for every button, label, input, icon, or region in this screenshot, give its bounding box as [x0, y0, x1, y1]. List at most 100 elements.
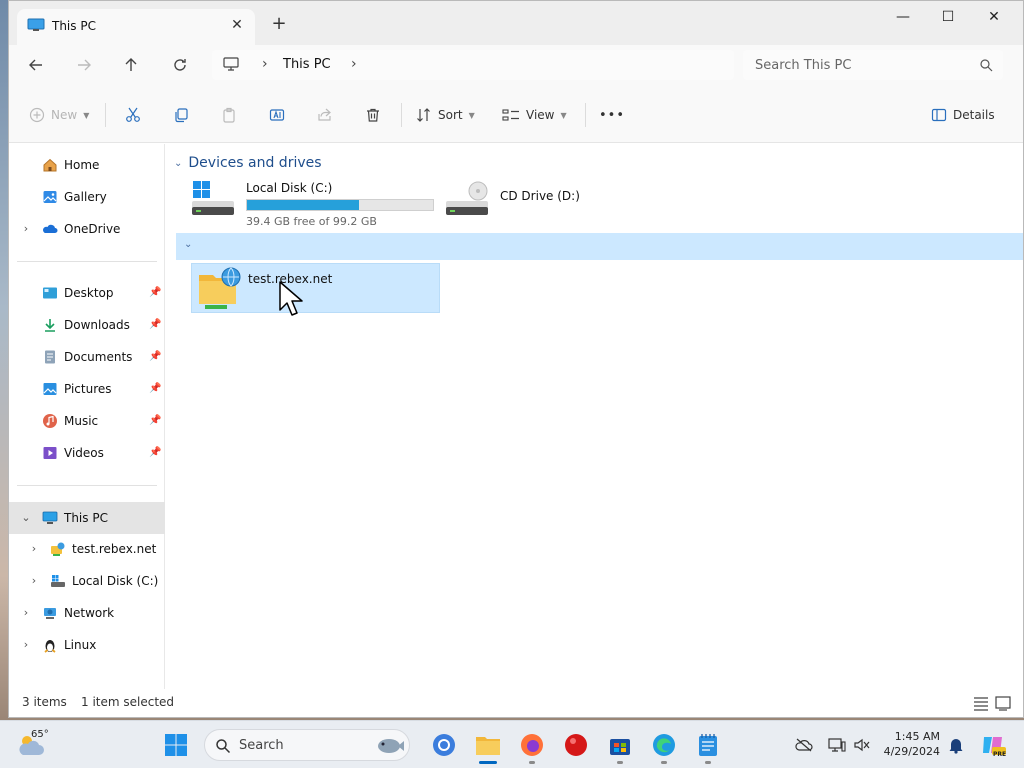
- group-header-label: Devices and drives: [188, 155, 322, 171]
- record-icon: [565, 734, 587, 756]
- maximize-button[interactable]: ☐: [925, 3, 971, 33]
- sidebar-item-videos[interactable]: Videos 📌: [9, 440, 165, 466]
- firefox-icon: [521, 734, 543, 756]
- chevron-down-icon: ⌄: [184, 239, 193, 250]
- rename-button[interactable]: [269, 101, 285, 129]
- breadcrumb-this-pc[interactable]: This PC: [283, 57, 331, 72]
- taskbar-app-firefox[interactable]: [516, 729, 548, 764]
- pin-icon: 📌: [149, 415, 162, 426]
- sidebar-item-linux[interactable]: › Linux: [9, 632, 165, 658]
- network-location-test-rebex-net[interactable]: test.rebex.net: [191, 263, 440, 313]
- plus-circle-icon: [29, 107, 45, 123]
- taskbar-app-record[interactable]: [560, 729, 592, 761]
- copy-button[interactable]: [173, 101, 189, 129]
- taskbar-app-notepad[interactable]: [692, 729, 724, 764]
- display-network-icon[interactable]: [828, 736, 846, 754]
- cut-button[interactable]: [125, 101, 141, 129]
- cloud-offline-icon[interactable]: [795, 737, 813, 753]
- taskbar-app-file-explorer[interactable]: [472, 729, 504, 764]
- sidebar-item-local-disk[interactable]: › Local Disk (C:): [9, 568, 165, 594]
- sort-button[interactable]: Sort ▼: [416, 101, 475, 129]
- arrow-left-icon: [29, 59, 42, 71]
- sidebar-item-documents[interactable]: Documents 📌: [9, 344, 165, 370]
- chevron-down-icon[interactable]: ⌄: [20, 511, 32, 524]
- drive-local-disk-c[interactable]: Local Disk (C:) 39.4 GB free of 99.2 GB: [190, 181, 440, 228]
- taskbar-app-chrome[interactable]: [428, 729, 460, 761]
- chevron-right-icon[interactable]: ›: [28, 574, 40, 587]
- start-button[interactable]: [160, 729, 192, 761]
- refresh-button[interactable]: [164, 51, 196, 79]
- paste-button[interactable]: [221, 101, 237, 129]
- active-app-indicator: [479, 761, 497, 764]
- home-icon: [43, 158, 57, 172]
- search-input[interactable]: [755, 54, 965, 76]
- sidebar-item-network[interactable]: › Network: [9, 600, 165, 626]
- search-highlight-fish-icon: [378, 739, 404, 753]
- breadcrumb-chevron-icon[interactable]: ›: [351, 56, 357, 72]
- sidebar-item-pictures[interactable]: Pictures 📌: [9, 376, 165, 402]
- details-pane-icon: [931, 108, 947, 122]
- chevron-right-icon[interactable]: ›: [20, 606, 32, 619]
- chevron-right-icon[interactable]: ›: [20, 222, 32, 235]
- sidebar-divider: [17, 261, 157, 262]
- close-window-button[interactable]: ✕: [971, 3, 1017, 33]
- search-box[interactable]: [743, 50, 1003, 80]
- sidebar-item-label: Network: [64, 606, 115, 620]
- forward-button[interactable]: [68, 51, 100, 79]
- sidebar-item-test-rebex-net[interactable]: › test.rebex.net: [9, 536, 165, 562]
- network-folder-icon: [199, 267, 241, 309]
- new-button[interactable]: New ▼: [29, 101, 89, 129]
- sidebar-item-onedrive[interactable]: › OneDrive: [9, 216, 165, 242]
- sidebar-item-music[interactable]: Music 📌: [9, 408, 165, 434]
- share-button[interactable]: [317, 101, 333, 129]
- gallery-icon: [43, 191, 57, 203]
- edge-icon: [653, 734, 675, 756]
- delete-button[interactable]: [365, 101, 381, 129]
- sidebar-item-gallery[interactable]: Gallery: [9, 184, 165, 210]
- taskbar-app-store[interactable]: [604, 729, 636, 764]
- details-pane-button[interactable]: Details: [931, 101, 995, 129]
- taskbar-search-label: Search: [239, 738, 284, 753]
- sidebar-item-desktop[interactable]: Desktop 📌: [9, 280, 165, 306]
- item-count: 3 items: [22, 695, 67, 709]
- chevron-right-icon[interactable]: ›: [20, 638, 32, 651]
- up-button[interactable]: [115, 51, 147, 79]
- tab-this-pc[interactable]: This PC ✕: [17, 9, 255, 45]
- group-header-network-locations[interactable]: ⌄: [176, 233, 1023, 260]
- drive-free-space: 39.4 GB free of 99.2 GB: [246, 215, 377, 228]
- tab-title: This PC: [52, 19, 96, 33]
- linux-icon: [44, 640, 56, 653]
- sidebar-item-label: Music: [64, 414, 99, 428]
- notification-bell-icon[interactable]: [948, 736, 964, 754]
- pin-icon: 📌: [149, 319, 162, 330]
- arrow-right-icon: [78, 59, 91, 71]
- onedrive-icon: [43, 224, 58, 233]
- details-view-icon[interactable]: [972, 694, 990, 712]
- toolbar-divider: [401, 103, 402, 127]
- sidebar-item-this-pc[interactable]: ⌄ This PC: [9, 502, 165, 534]
- group-header-devices[interactable]: ⌄ Devices and drives: [174, 155, 322, 171]
- new-tab-button[interactable]: +: [267, 13, 291, 37]
- taskbar-search[interactable]: Search: [204, 729, 410, 761]
- drive-cd-d[interactable]: CD Drive (D:): [444, 181, 644, 227]
- close-tab-button[interactable]: ✕: [227, 15, 247, 35]
- large-icons-view-icon[interactable]: [994, 694, 1012, 712]
- sidebar-item-label: This PC: [64, 511, 108, 525]
- desktop-icon: [43, 287, 57, 299]
- minimize-button[interactable]: —: [880, 3, 926, 33]
- sidebar-item-label: Documents: [64, 350, 133, 364]
- address-bar[interactable]: › This PC ›: [212, 50, 734, 80]
- chevron-right-icon[interactable]: ›: [28, 542, 40, 555]
- copilot-button[interactable]: PRE: [978, 729, 1008, 761]
- clock-date: 4/29/2024: [883, 745, 940, 758]
- back-button[interactable]: [20, 51, 52, 79]
- taskbar-app-edge[interactable]: [648, 729, 680, 764]
- view-button[interactable]: View ▼: [502, 101, 567, 129]
- sidebar-item-downloads[interactable]: Downloads 📌: [9, 312, 165, 338]
- volume-muted-icon[interactable]: [853, 736, 871, 754]
- more-options-button[interactable]: •••: [599, 101, 625, 129]
- sidebar-item-home[interactable]: Home: [9, 152, 165, 178]
- system-clock[interactable]: 1:45 AM 4/29/2024: [884, 729, 940, 759]
- status-bar: 3 items 1 item selected: [9, 689, 1023, 717]
- title-bar: This PC ✕ + — ☐ ✕: [9, 1, 1023, 45]
